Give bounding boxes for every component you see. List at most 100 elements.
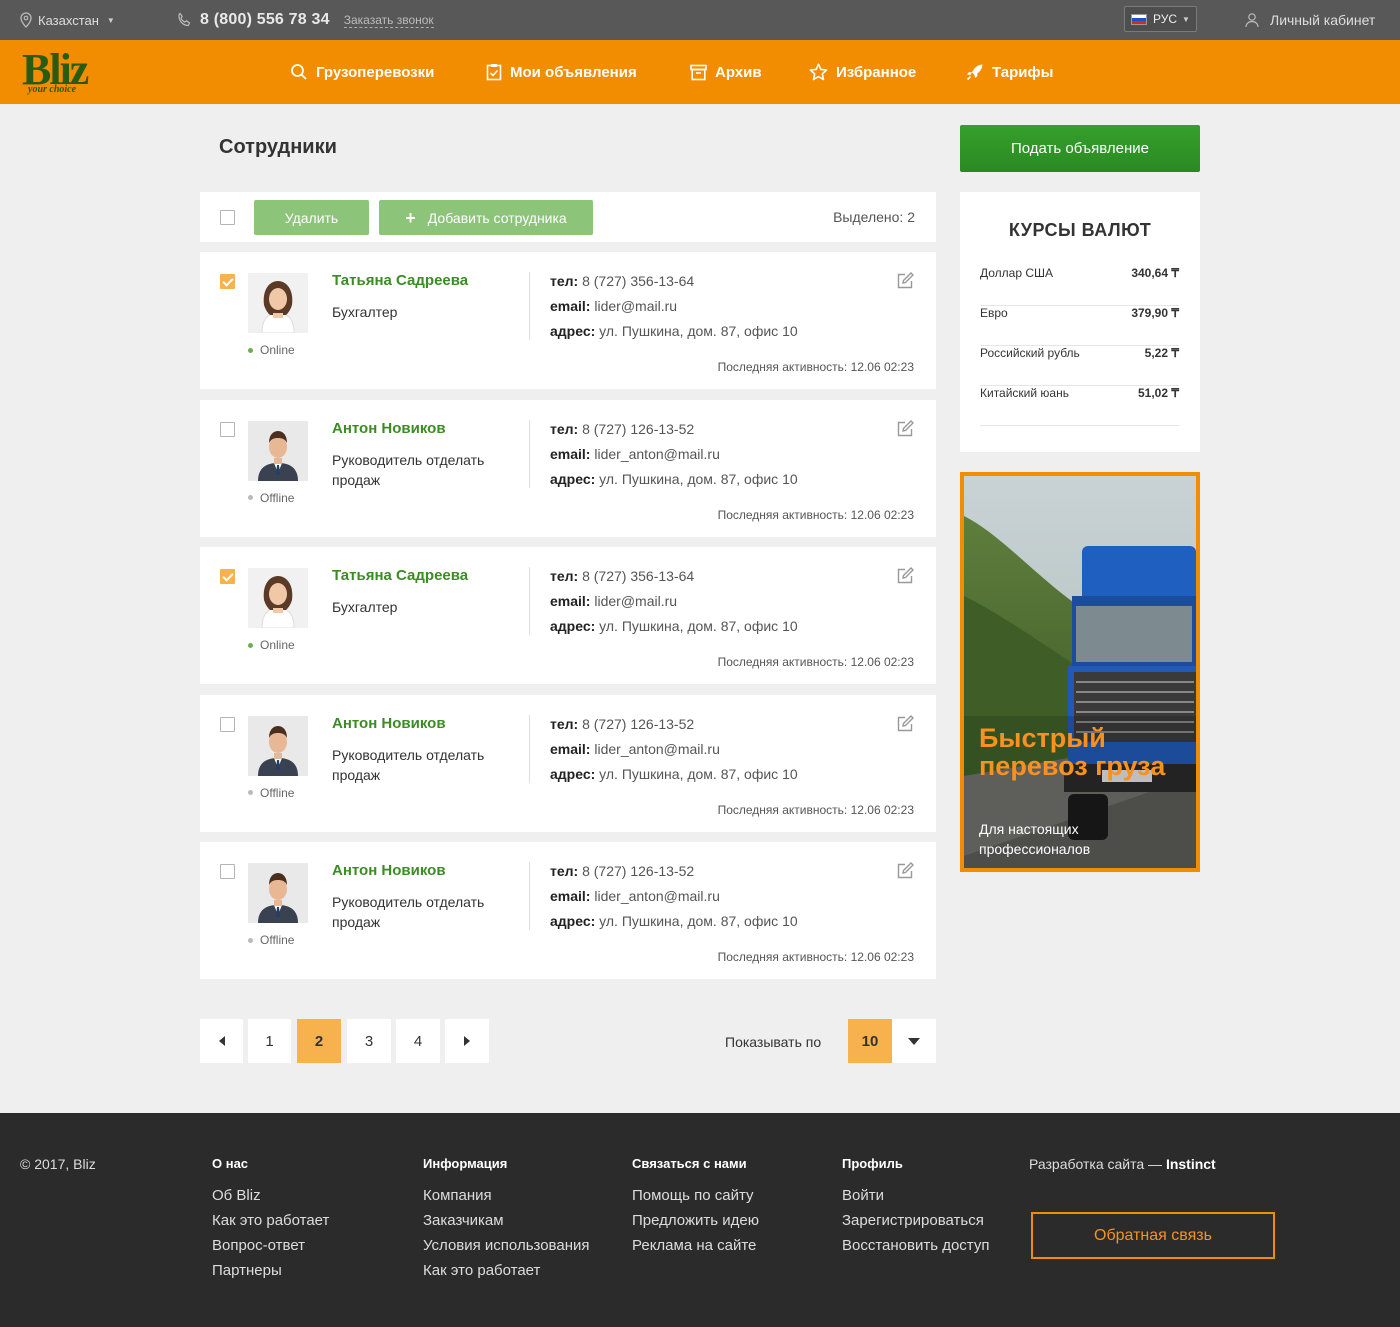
ad-banner[interactable]: Быстрый перевоз груза Для настоящих проф… (960, 472, 1200, 872)
edit-icon[interactable] (896, 862, 915, 883)
employee-checkbox[interactable] (220, 569, 235, 584)
nav-tariffs[interactable]: Тарифы (966, 40, 1053, 104)
last-activity: Последняя активность: 12.06 02:23 (717, 360, 914, 374)
language-selector[interactable]: РУС ▼ (1124, 6, 1197, 32)
footer-link[interactable]: Вопрос-ответ (212, 1233, 329, 1258)
email-value[interactable]: lider@mail.ru (594, 593, 677, 609)
email-value[interactable]: lider_anton@mail.ru (594, 741, 720, 757)
employee-email: email: lider_anton@mail.ru (550, 888, 720, 904)
russia-flag-icon (1131, 13, 1147, 25)
employee-name[interactable]: Татьяна Садреева (332, 272, 468, 289)
email-value[interactable]: lider_anton@mail.ru (594, 446, 720, 462)
employee-card: Online Татьяна Садреева Бухгалтер тел: 8… (200, 547, 936, 684)
address-value: ул. Пушкина, дом. 87, офис 10 (599, 618, 798, 634)
phone-value[interactable]: 8 (727) 126-13-52 (582, 716, 694, 732)
employee-checkbox[interactable] (220, 274, 235, 289)
developer-credit[interactable]: Разработка сайта — Instinct (1029, 1156, 1216, 1172)
selected-count: Выделено: 2 (833, 209, 915, 225)
rate-name: Китайский юань (980, 386, 1069, 400)
employee-phone: тел: 8 (727) 126-13-52 (550, 716, 694, 732)
phone-value[interactable]: 8 (727) 356-13-64 (582, 273, 694, 289)
edit-icon[interactable] (896, 567, 915, 588)
region-selector[interactable]: Казахстан ▼ (20, 0, 115, 40)
footer-link[interactable]: Восстановить доступ (842, 1233, 989, 1258)
employee-checkbox[interactable] (220, 864, 235, 879)
per-page-value[interactable]: 10 (848, 1019, 892, 1063)
nav-favorites[interactable]: Избранное (809, 40, 916, 104)
footer-link[interactable]: Как это работает (423, 1258, 590, 1283)
edit-icon[interactable] (896, 272, 915, 293)
employee-name[interactable]: Антон Новиков (332, 862, 446, 879)
email-value[interactable]: lider@mail.ru (594, 298, 677, 314)
employee-avatar (248, 273, 308, 333)
footer-link[interactable]: Об Bliz (212, 1183, 329, 1208)
page-4[interactable]: 4 (396, 1019, 440, 1063)
feedback-button[interactable]: Обратная связь (1031, 1212, 1275, 1259)
page-3[interactable]: 3 (347, 1019, 391, 1063)
footer-link[interactable]: Зарегистрироваться (842, 1208, 989, 1233)
employee-card: Online Татьяна Садреева Бухгалтер тел: 8… (200, 252, 936, 389)
clipboard-check-icon (486, 64, 502, 81)
phone-value[interactable]: 8 (727) 356-13-64 (582, 568, 694, 584)
ad-subtitle: Для настоящих профессионалов (979, 821, 1091, 857)
employee-checkbox[interactable] (220, 716, 235, 732)
edit-icon[interactable] (896, 419, 915, 441)
employee-name[interactable]: Антон Новиков (332, 420, 446, 437)
submit-ad-button[interactable]: Подать объявление (960, 125, 1200, 172)
prev-page-button[interactable] (200, 1019, 243, 1063)
select-all-checkbox[interactable] (220, 210, 235, 225)
page-title: Сотрудники (219, 136, 337, 158)
phone-number[interactable]: 8 (800) 556 78 34 (200, 11, 330, 29)
email-label: email: (550, 445, 591, 462)
footer-link[interactable]: Как это работает (212, 1208, 329, 1233)
footer-link[interactable]: Условия использования (423, 1233, 590, 1258)
region-label: Казахстан (38, 12, 99, 28)
footer-link[interactable]: Реклама на сайте (632, 1233, 759, 1258)
status-label: Offline (260, 785, 295, 800)
employee-name[interactable]: Антон Новиков (332, 715, 446, 732)
footer-link[interactable]: Компания (423, 1183, 590, 1208)
employee-card: Offline Антон Новиков Руководитель отдел… (200, 842, 936, 979)
employee-name[interactable]: Татьяна Садреева (332, 567, 468, 584)
nav-cargo[interactable]: Грузоперевозки (290, 40, 434, 104)
edit-icon[interactable] (896, 714, 915, 736)
employee-address: адрес: ул. Пушкина, дом. 87, офис 10 (550, 323, 798, 339)
footer-link[interactable]: Предложить идею (632, 1208, 759, 1233)
truck-banner-image (964, 476, 1196, 868)
status-label: Offline (260, 933, 295, 947)
next-page-button[interactable] (445, 1019, 489, 1063)
footer-heading: О нас (212, 1156, 249, 1171)
plus-icon: + (405, 207, 416, 228)
email-label: email: (550, 888, 591, 904)
page-1[interactable]: 1 (248, 1019, 291, 1063)
status-dot-icon (248, 937, 253, 943)
employee-avatar (248, 715, 308, 776)
divider (529, 862, 530, 930)
nav-my-ads[interactable]: Мои объявления (486, 40, 637, 104)
nav-archive[interactable]: Архив (690, 40, 762, 104)
delete-button[interactable]: Удалить (254, 200, 369, 235)
status-dot-icon (248, 642, 253, 648)
footer-link[interactable]: Партнеры (212, 1258, 329, 1283)
employee-status: Offline (248, 786, 294, 800)
rate-value: 51,02 ₸ (1138, 386, 1179, 400)
footer-link[interactable]: Заказчикам (423, 1208, 590, 1233)
phone-value[interactable]: 8 (727) 126-13-52 (582, 863, 694, 879)
employee-checkbox[interactable] (220, 421, 235, 437)
callback-link[interactable]: Заказать звонок (343, 13, 434, 28)
personal-cabinet-link[interactable]: Личный кабинет (1244, 0, 1375, 40)
employee-address: адрес: ул. Пушкина, дом. 87, офис 10 (550, 766, 798, 782)
bliz-logo[interactable]: Bliz your choice (20, 45, 124, 100)
footer-link[interactable]: Войти (842, 1183, 989, 1208)
footer-link[interactable]: Помощь по сайту (632, 1183, 759, 1208)
page-2[interactable]: 2 (297, 1019, 341, 1063)
add-employee-button[interactable]: + Добавить сотрудника (379, 200, 593, 235)
phone-value[interactable]: 8 (727) 126-13-52 (582, 421, 694, 437)
arrow-right-icon (464, 1036, 470, 1046)
email-label: email: (550, 740, 591, 757)
per-page-dropdown[interactable] (892, 1019, 936, 1063)
email-value[interactable]: lider_anton@mail.ru (594, 888, 720, 904)
rate-row: Российский рубль 5,22 ₸ (980, 346, 1179, 386)
rate-value: 379,90 ₸ (1131, 306, 1179, 320)
address-value: ул. Пушкина, дом. 87, офис 10 (599, 913, 798, 929)
